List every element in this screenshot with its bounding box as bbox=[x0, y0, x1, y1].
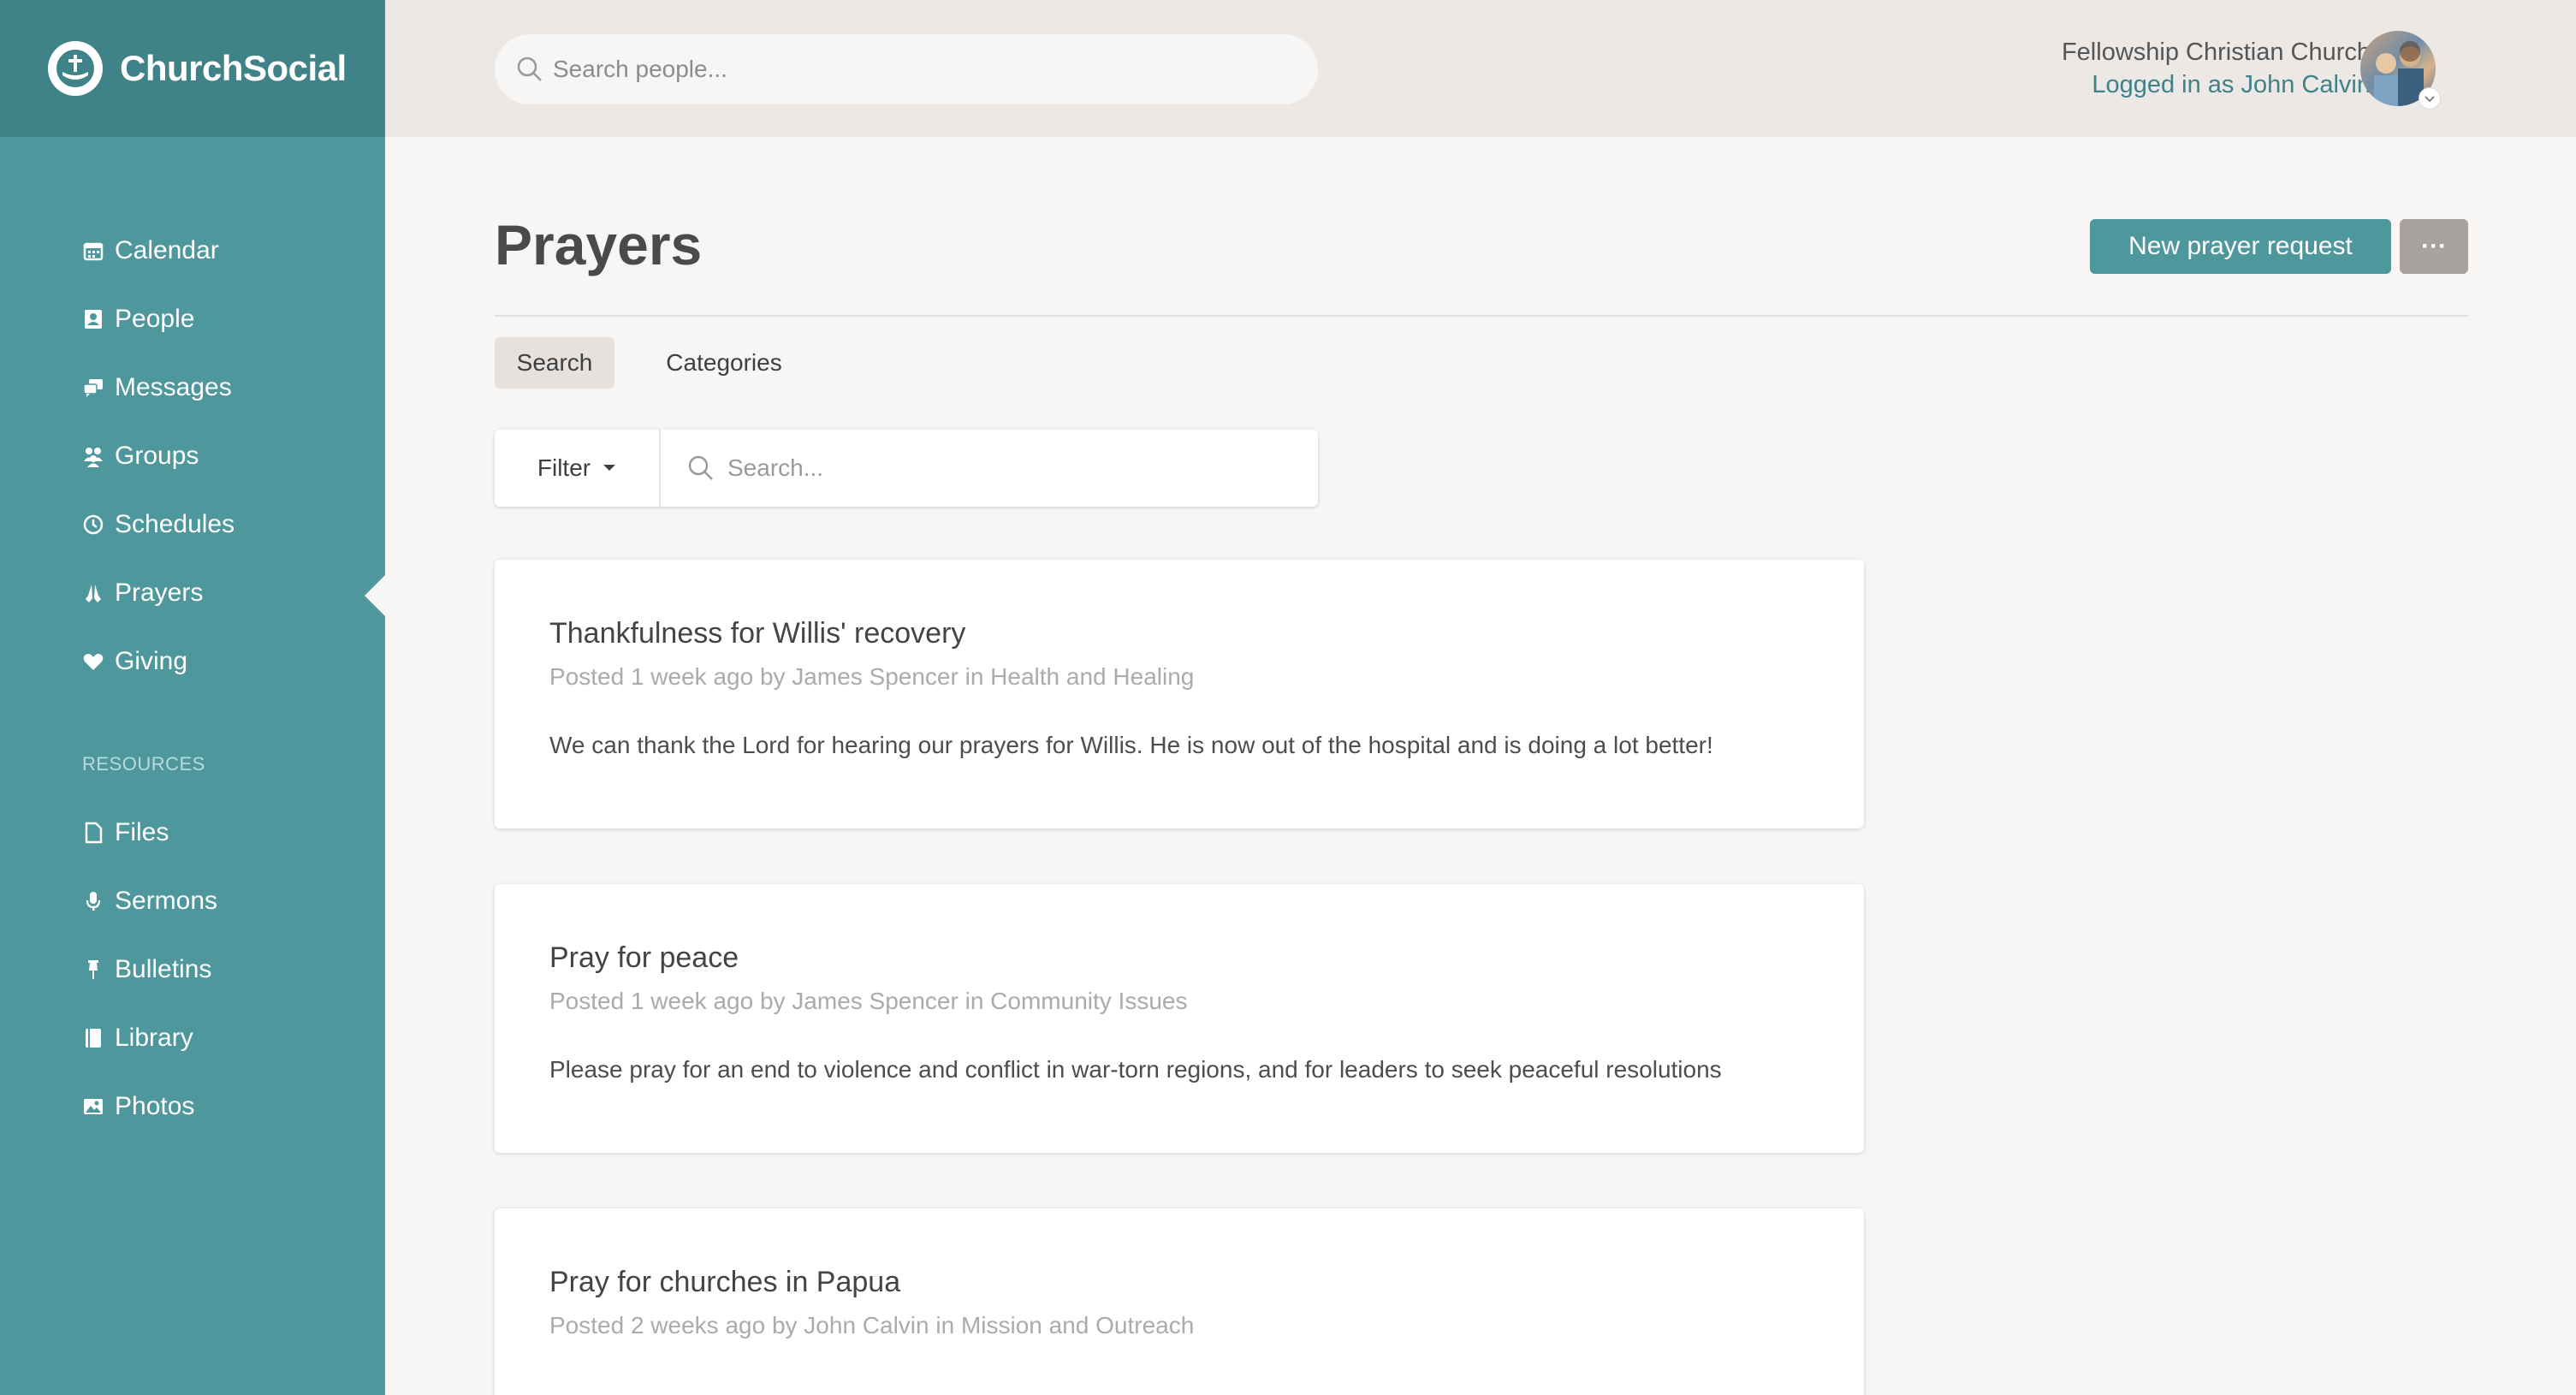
filter-bar: Filter bbox=[495, 430, 1318, 507]
prayer-search[interactable] bbox=[661, 430, 1318, 507]
sidebar-item-photos[interactable]: Photos bbox=[82, 1092, 194, 1121]
people-icon bbox=[82, 308, 104, 330]
search-icon bbox=[517, 56, 542, 81]
prayer-card: Thankfulness for Willis' recovery Posted… bbox=[495, 560, 1864, 828]
messages-icon bbox=[82, 377, 104, 399]
prayer-card: Pray for peace Posted 1 week ago by Jame… bbox=[495, 884, 1864, 1153]
prayer-meta: Posted 1 week ago by James Spencer in Co… bbox=[549, 988, 1188, 1014]
sidebar-item-label: Files bbox=[115, 818, 169, 846]
filter-label: Filter bbox=[537, 454, 591, 481]
caret-down-icon bbox=[603, 465, 616, 471]
prayer-body: We can thank the Lord for hearing our pr… bbox=[549, 732, 1713, 758]
sidebar-item-calendar[interactable]: Calendar bbox=[82, 236, 219, 265]
people-search[interactable] bbox=[495, 34, 1318, 104]
sidebar-item-label: Schedules bbox=[115, 510, 235, 538]
calendar-icon bbox=[82, 240, 104, 262]
pin-icon bbox=[82, 959, 104, 981]
tab-categories[interactable]: Categories bbox=[649, 337, 799, 389]
prayer-title[interactable]: Thankfulness for Willis' recovery bbox=[549, 614, 1809, 652]
sidebar-item-sermons[interactable]: Sermons bbox=[82, 887, 217, 916]
sidebar-item-messages[interactable]: Messages bbox=[82, 373, 232, 402]
sidebar-item-label: Calendar bbox=[115, 236, 219, 264]
prayer-search-input[interactable] bbox=[727, 454, 1241, 482]
sidebar-item-label: Messages bbox=[115, 373, 232, 401]
sidebar-item-label: Library bbox=[115, 1024, 193, 1052]
sidebar-item-groups[interactable]: Groups bbox=[82, 442, 199, 471]
sidebar-item-giving[interactable]: Giving bbox=[82, 647, 187, 676]
tab-search[interactable]: Search bbox=[495, 337, 614, 389]
file-icon bbox=[82, 822, 104, 844]
sidebar-item-schedules[interactable]: Schedules bbox=[82, 510, 234, 539]
sidebar-item-label: Sermons bbox=[115, 887, 218, 915]
filter-dropdown[interactable]: Filter bbox=[495, 430, 661, 507]
logged-in-user: Logged in as John Calvin bbox=[2092, 71, 2371, 98]
resources-heading: RESOURCES bbox=[82, 753, 205, 775]
sidebar-item-library[interactable]: Library bbox=[82, 1024, 193, 1053]
prayer-title[interactable]: Pray for peace bbox=[549, 939, 1809, 977]
topbar: Fellowship Christian Church Logged in as… bbox=[385, 0, 2576, 137]
prayer-body: Please pray for an end to violence and c… bbox=[549, 1056, 1722, 1083]
sidebar-item-bulletins[interactable]: Bulletins bbox=[82, 955, 211, 984]
search-icon bbox=[688, 455, 713, 480]
sidebar-item-label: Prayers bbox=[115, 579, 204, 607]
clock-icon bbox=[82, 513, 104, 536]
microphone-icon bbox=[82, 890, 104, 912]
sidebar-item-label: Photos bbox=[115, 1092, 195, 1120]
prayer-title[interactable]: Pray for churches in Papua bbox=[549, 1263, 1809, 1301]
account-info[interactable]: Fellowship Christian Church Logged in as… bbox=[2062, 36, 2371, 101]
more-options-button[interactable]: ··· bbox=[2400, 219, 2468, 274]
sidebar-item-prayers[interactable]: Prayers bbox=[82, 579, 203, 608]
sidebar-item-label: Giving bbox=[115, 647, 188, 675]
sidebar-item-label: People bbox=[115, 305, 195, 333]
church-name: Fellowship Christian Church bbox=[2061, 39, 2371, 66]
sidebar: ChurchSocial Calendar People Messages Gr… bbox=[0, 0, 385, 1395]
divider bbox=[495, 315, 2468, 317]
sidebar-item-people[interactable]: People bbox=[82, 305, 194, 334]
new-prayer-request-button[interactable]: New prayer request bbox=[2090, 219, 2391, 274]
page-title: Prayers bbox=[495, 213, 703, 276]
image-icon bbox=[82, 1095, 104, 1118]
book-icon bbox=[82, 1027, 104, 1049]
prayer-meta: Posted 1 week ago by James Spencer in He… bbox=[549, 663, 1195, 690]
sidebar-item-label: Groups bbox=[115, 442, 199, 470]
church-logo-icon bbox=[48, 41, 103, 96]
brand[interactable]: ChurchSocial bbox=[0, 0, 385, 137]
sidebar-item-label: Bulletins bbox=[115, 955, 212, 983]
prayer-meta: Posted 2 weeks ago by John Calvin in Mis… bbox=[549, 1312, 1195, 1339]
heart-icon bbox=[82, 650, 104, 673]
brand-name: ChurchSocial bbox=[120, 48, 347, 88]
account-menu-chevron-icon[interactable] bbox=[2419, 87, 2441, 110]
praying-hands-icon bbox=[82, 582, 104, 604]
sidebar-item-files[interactable]: Files bbox=[82, 818, 169, 847]
active-item-indicator bbox=[365, 575, 385, 616]
groups-icon bbox=[82, 445, 104, 467]
prayer-card: Pray for churches in Papua Posted 2 week… bbox=[495, 1208, 1864, 1395]
people-search-input[interactable] bbox=[553, 56, 1289, 83]
